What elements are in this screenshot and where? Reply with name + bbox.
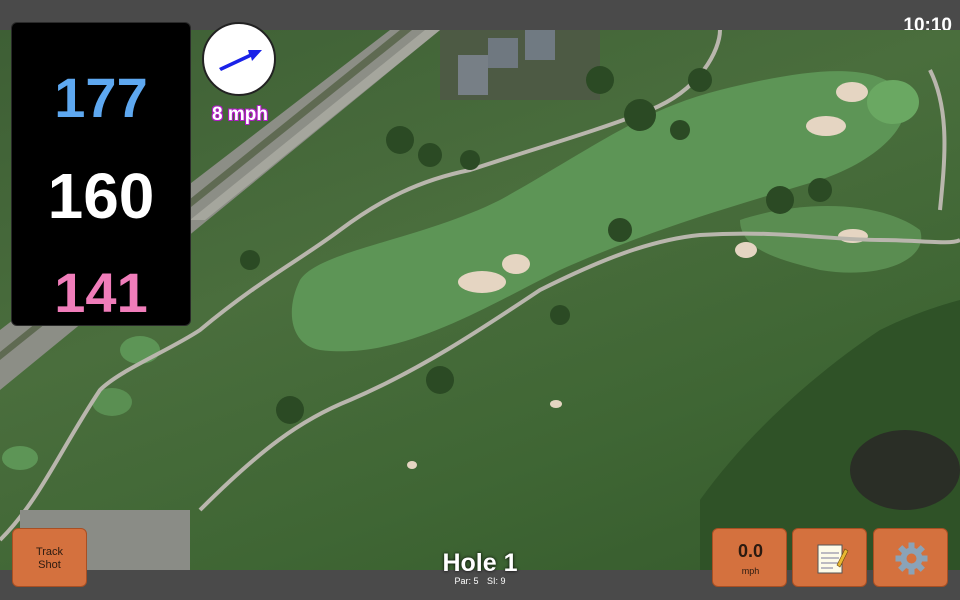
settings-button[interactable]: [873, 528, 948, 587]
hole-title: Hole 1: [442, 549, 518, 577]
notepad-icon: [817, 544, 849, 574]
house-roof: [525, 30, 555, 60]
wind-direction-arrow-icon: [219, 50, 262, 71]
track-shot-label-line2: Shot: [38, 559, 61, 571]
cart-path: [928, 69, 947, 211]
bunker: [458, 271, 506, 293]
green: [867, 80, 919, 124]
distance-panel: 177 160 141: [11, 22, 191, 326]
track-shot-button[interactable]: Track Shot: [12, 528, 87, 587]
notes-button[interactable]: [792, 528, 867, 587]
distance-back: 177: [54, 66, 148, 129]
distance-front: 141: [54, 261, 148, 324]
green: [120, 336, 160, 364]
house-roof: [488, 38, 518, 68]
hole-info: Par: 5 SI: 9: [380, 576, 580, 586]
speed-unit: mph: [741, 566, 760, 576]
wind-speed: 8 mph: [212, 104, 268, 125]
wind-indicator: [202, 22, 276, 96]
hole-par: Par: 5: [454, 576, 479, 586]
speed-button[interactable]: 0.0 mph: [712, 528, 787, 587]
bunker: [407, 461, 417, 469]
hole-stroke-index: SI: 9: [487, 576, 506, 586]
gear-icon: [895, 542, 928, 575]
bunker: [806, 116, 846, 136]
bunker: [550, 400, 562, 408]
green: [2, 446, 38, 470]
speed-value: 0.0: [737, 541, 764, 561]
distance-center: 160: [47, 160, 155, 232]
track-shot-label-line1: Track: [35, 546, 64, 558]
bunker: [836, 82, 868, 102]
bunker: [502, 254, 530, 274]
house-roof: [458, 55, 488, 95]
bunker: [735, 242, 757, 258]
pond: [850, 430, 960, 510]
